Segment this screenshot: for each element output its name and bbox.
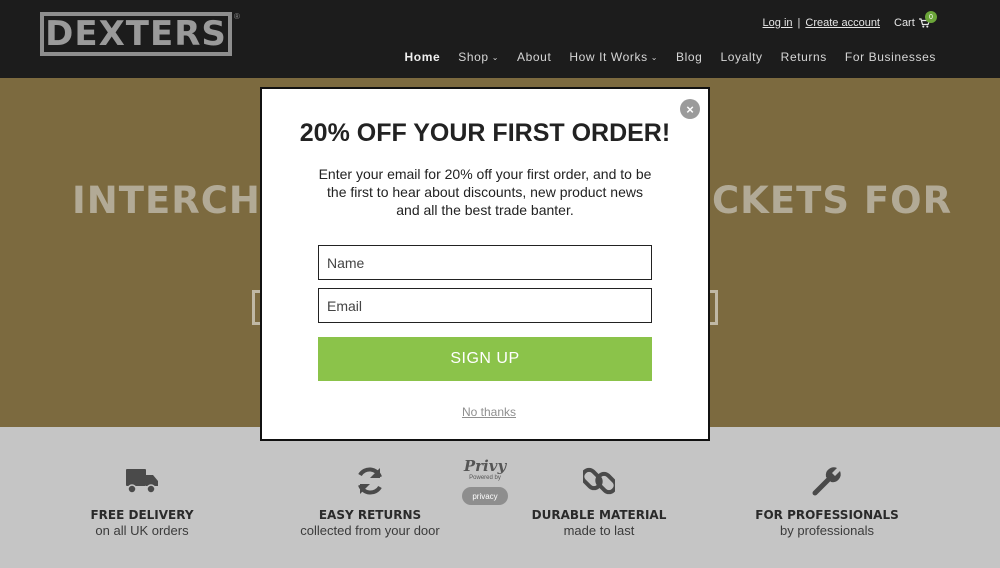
feature-title: FOR PROFESSIONALS [755,508,899,522]
nav-shop[interactable]: Shop ⌄ [458,50,499,64]
wrench-icon [812,467,841,496]
nav-for-businesses[interactable]: For Businesses [845,50,936,64]
name-field[interactable]: Name [318,245,652,280]
main-nav: Home Shop ⌄ About How It Works ⌄ Blog Loya… [405,50,936,64]
login-link[interactable]: Log in [763,17,793,29]
registered-mark: ® [234,12,240,21]
chevron-down-icon: ⌄ [650,52,659,62]
account-separator: | [797,17,801,29]
popup-title: 20% OFF YOUR FIRST ORDER! [299,119,671,147]
nav-loyalty[interactable]: Loyalty [720,50,762,64]
cart-label: Cart [894,17,915,29]
nav-home[interactable]: Home [405,50,441,64]
account-links: Log in | Create account [763,17,880,29]
refresh-icon [358,467,382,495]
feature-subtitle: collected from your door [300,523,440,538]
nav-how-it-works[interactable]: How It Works ⌄ [569,50,658,64]
hero-title-left: INTERCHA [72,179,291,222]
privy-badge[interactable]: Privy Powered by privacy [462,459,508,505]
feature-for-professionals: FOR PROFESSIONALS by professionals [717,427,937,538]
nav-label: Returns [780,50,827,64]
nav-label: Blog [676,50,703,64]
nav-blog[interactable]: Blog [676,50,702,64]
nav-about[interactable]: About [517,50,551,64]
feature-easy-returns: EASY RETURNS collected from your door [260,427,480,538]
hero-title-right: CKETS FOR [712,179,953,222]
truck-icon [126,469,158,494]
privacy-button[interactable]: privacy [462,487,508,505]
close-icon[interactable]: × [680,99,700,119]
feature-title: DURABLE MATERIAL [531,508,667,522]
discount-popup: × 20% OFF YOUR FIRST ORDER! Enter your e… [260,87,710,441]
cart-count-badge: 0 [925,11,937,23]
nav-label: For Businesses [844,50,936,64]
cart-link[interactable]: Cart 0 [894,11,937,29]
feature-title: EASY RETURNS [318,508,422,522]
privy-logo: Privy [463,457,507,475]
nav-label: How It Works [569,50,648,64]
email-placeholder: Email [327,297,363,314]
nav-returns[interactable]: Returns [781,50,827,64]
feature-title: FREE DELIVERY [90,508,194,522]
logo-text: DEXTERS [45,14,227,54]
name-placeholder: Name [327,254,365,271]
popup-body: Enter your email for 20% off your first … [318,166,652,218]
dexters-logo[interactable]: DEXTERS [40,12,232,56]
nav-label: Shop [458,50,489,64]
feature-subtitle: made to last [563,523,635,538]
privy-powered-by: Powered by [469,475,501,481]
chain-link-icon [583,467,615,495]
create-account-link[interactable]: Create account [805,17,880,29]
feature-free-delivery: FREE DELIVERY on all UK orders [32,427,252,538]
site-header: DEXTERS ® Log in | Create account Cart 0… [0,0,1000,78]
feature-subtitle: on all UK orders [95,523,189,538]
signup-button[interactable]: SIGN UP [318,337,652,381]
feature-subtitle: by professionals [780,523,874,538]
nav-label: Loyalty [720,50,763,64]
chevron-down-icon: ⌄ [491,52,500,62]
nav-label: Home [404,50,441,64]
feature-durable-material: DURABLE MATERIAL made to last [489,427,709,538]
nav-label: About [517,50,552,64]
email-field[interactable]: Email [318,288,652,323]
no-thanks-link[interactable]: No thanks [262,405,716,419]
